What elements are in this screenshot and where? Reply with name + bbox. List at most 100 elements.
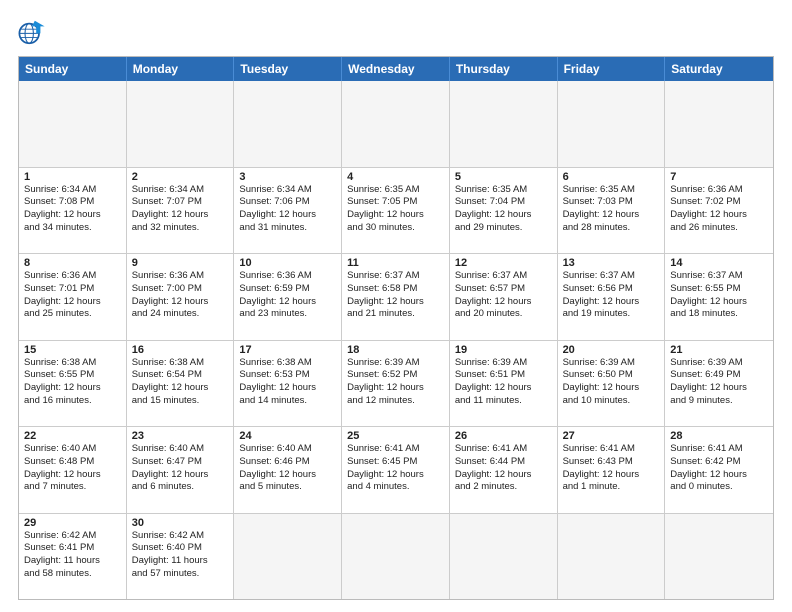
day-cell-13: 13Sunrise: 6:37 AMSunset: 6:56 PMDayligh…	[558, 254, 666, 340]
day-content: Sunrise: 6:37 AMSunset: 6:55 PMDaylight:…	[670, 270, 768, 321]
day-cell-30: 30Sunrise: 6:42 AMSunset: 6:40 PMDayligh…	[127, 514, 235, 600]
day-number: 15	[24, 344, 121, 356]
day-content: Sunrise: 6:39 AMSunset: 6:50 PMDaylight:…	[563, 357, 660, 408]
day-content: Sunrise: 6:34 AMSunset: 7:08 PMDaylight:…	[24, 184, 121, 235]
page-header	[18, 18, 774, 46]
day-number: 23	[132, 430, 229, 442]
day-cell-16: 16Sunrise: 6:38 AMSunset: 6:54 PMDayligh…	[127, 341, 235, 427]
day-content: Sunrise: 6:42 AMSunset: 6:41 PMDaylight:…	[24, 530, 121, 581]
day-content: Sunrise: 6:37 AMSunset: 6:58 PMDaylight:…	[347, 270, 444, 321]
day-cell-10: 10Sunrise: 6:36 AMSunset: 6:59 PMDayligh…	[234, 254, 342, 340]
day-number: 17	[239, 344, 336, 356]
calendar-header: SundayMondayTuesdayWednesdayThursdayFrid…	[19, 57, 773, 81]
day-content: Sunrise: 6:36 AMSunset: 7:00 PMDaylight:…	[132, 270, 229, 321]
day-cell-4: 4Sunrise: 6:35 AMSunset: 7:05 PMDaylight…	[342, 168, 450, 254]
calendar-row-1: 1Sunrise: 6:34 AMSunset: 7:08 PMDaylight…	[19, 167, 773, 254]
day-content: Sunrise: 6:42 AMSunset: 6:40 PMDaylight:…	[132, 530, 229, 581]
day-number: 21	[670, 344, 768, 356]
day-content: Sunrise: 6:35 AMSunset: 7:03 PMDaylight:…	[563, 184, 660, 235]
day-cell-26: 26Sunrise: 6:41 AMSunset: 6:44 PMDayligh…	[450, 427, 558, 513]
header-cell-sunday: Sunday	[19, 57, 127, 81]
day-content: Sunrise: 6:38 AMSunset: 6:55 PMDaylight:…	[24, 357, 121, 408]
day-cell-empty-0-5	[558, 81, 666, 167]
day-content: Sunrise: 6:35 AMSunset: 7:05 PMDaylight:…	[347, 184, 444, 235]
day-content: Sunrise: 6:39 AMSunset: 6:51 PMDaylight:…	[455, 357, 552, 408]
day-cell-8: 8Sunrise: 6:36 AMSunset: 7:01 PMDaylight…	[19, 254, 127, 340]
logo-icon	[18, 18, 46, 46]
day-cell-empty-0-4	[450, 81, 558, 167]
calendar: SundayMondayTuesdayWednesdayThursdayFrid…	[18, 56, 774, 600]
day-number: 4	[347, 171, 444, 183]
day-cell-7: 7Sunrise: 6:36 AMSunset: 7:02 PMDaylight…	[665, 168, 773, 254]
header-cell-monday: Monday	[127, 57, 235, 81]
day-content: Sunrise: 6:38 AMSunset: 6:53 PMDaylight:…	[239, 357, 336, 408]
header-cell-friday: Friday	[558, 57, 666, 81]
day-cell-28: 28Sunrise: 6:41 AMSunset: 6:42 PMDayligh…	[665, 427, 773, 513]
day-content: Sunrise: 6:37 AMSunset: 6:56 PMDaylight:…	[563, 270, 660, 321]
day-cell-empty-0-6	[665, 81, 773, 167]
day-number: 27	[563, 430, 660, 442]
day-cell-9: 9Sunrise: 6:36 AMSunset: 7:00 PMDaylight…	[127, 254, 235, 340]
day-content: Sunrise: 6:36 AMSunset: 7:02 PMDaylight:…	[670, 184, 768, 235]
day-cell-21: 21Sunrise: 6:39 AMSunset: 6:49 PMDayligh…	[665, 341, 773, 427]
day-number: 18	[347, 344, 444, 356]
header-cell-thursday: Thursday	[450, 57, 558, 81]
day-cell-empty-5-6	[665, 514, 773, 600]
day-cell-empty-0-1	[127, 81, 235, 167]
day-cell-24: 24Sunrise: 6:40 AMSunset: 6:46 PMDayligh…	[234, 427, 342, 513]
calendar-row-5: 29Sunrise: 6:42 AMSunset: 6:41 PMDayligh…	[19, 513, 773, 600]
day-cell-empty-0-3	[342, 81, 450, 167]
day-cell-2: 2Sunrise: 6:34 AMSunset: 7:07 PMDaylight…	[127, 168, 235, 254]
logo	[18, 18, 50, 46]
day-cell-empty-5-2	[234, 514, 342, 600]
day-content: Sunrise: 6:41 AMSunset: 6:43 PMDaylight:…	[563, 443, 660, 494]
day-cell-27: 27Sunrise: 6:41 AMSunset: 6:43 PMDayligh…	[558, 427, 666, 513]
day-content: Sunrise: 6:36 AMSunset: 6:59 PMDaylight:…	[239, 270, 336, 321]
day-number: 6	[563, 171, 660, 183]
day-number: 7	[670, 171, 768, 183]
day-number: 12	[455, 257, 552, 269]
day-content: Sunrise: 6:41 AMSunset: 6:42 PMDaylight:…	[670, 443, 768, 494]
day-content: Sunrise: 6:37 AMSunset: 6:57 PMDaylight:…	[455, 270, 552, 321]
day-number: 8	[24, 257, 121, 269]
day-number: 11	[347, 257, 444, 269]
day-number: 1	[24, 171, 121, 183]
calendar-row-3: 15Sunrise: 6:38 AMSunset: 6:55 PMDayligh…	[19, 340, 773, 427]
calendar-row-4: 22Sunrise: 6:40 AMSunset: 6:48 PMDayligh…	[19, 426, 773, 513]
day-number: 28	[670, 430, 768, 442]
day-cell-17: 17Sunrise: 6:38 AMSunset: 6:53 PMDayligh…	[234, 341, 342, 427]
day-cell-5: 5Sunrise: 6:35 AMSunset: 7:04 PMDaylight…	[450, 168, 558, 254]
day-number: 16	[132, 344, 229, 356]
calendar-page: SundayMondayTuesdayWednesdayThursdayFrid…	[0, 0, 792, 612]
day-number: 29	[24, 517, 121, 529]
calendar-body: 1Sunrise: 6:34 AMSunset: 7:08 PMDaylight…	[19, 81, 773, 599]
day-number: 5	[455, 171, 552, 183]
day-number: 2	[132, 171, 229, 183]
day-cell-12: 12Sunrise: 6:37 AMSunset: 6:57 PMDayligh…	[450, 254, 558, 340]
day-number: 22	[24, 430, 121, 442]
day-cell-29: 29Sunrise: 6:42 AMSunset: 6:41 PMDayligh…	[19, 514, 127, 600]
day-cell-23: 23Sunrise: 6:40 AMSunset: 6:47 PMDayligh…	[127, 427, 235, 513]
day-number: 19	[455, 344, 552, 356]
day-number: 24	[239, 430, 336, 442]
header-cell-wednesday: Wednesday	[342, 57, 450, 81]
day-cell-22: 22Sunrise: 6:40 AMSunset: 6:48 PMDayligh…	[19, 427, 127, 513]
day-number: 30	[132, 517, 229, 529]
day-cell-14: 14Sunrise: 6:37 AMSunset: 6:55 PMDayligh…	[665, 254, 773, 340]
header-cell-tuesday: Tuesday	[234, 57, 342, 81]
day-cell-empty-5-4	[450, 514, 558, 600]
day-cell-empty-0-0	[19, 81, 127, 167]
calendar-row-2: 8Sunrise: 6:36 AMSunset: 7:01 PMDaylight…	[19, 253, 773, 340]
header-cell-saturday: Saturday	[665, 57, 773, 81]
day-cell-empty-5-3	[342, 514, 450, 600]
day-cell-empty-5-5	[558, 514, 666, 600]
day-content: Sunrise: 6:40 AMSunset: 6:48 PMDaylight:…	[24, 443, 121, 494]
day-number: 13	[563, 257, 660, 269]
day-content: Sunrise: 6:40 AMSunset: 6:47 PMDaylight:…	[132, 443, 229, 494]
day-content: Sunrise: 6:39 AMSunset: 6:49 PMDaylight:…	[670, 357, 768, 408]
day-content: Sunrise: 6:40 AMSunset: 6:46 PMDaylight:…	[239, 443, 336, 494]
day-cell-19: 19Sunrise: 6:39 AMSunset: 6:51 PMDayligh…	[450, 341, 558, 427]
day-cell-1: 1Sunrise: 6:34 AMSunset: 7:08 PMDaylight…	[19, 168, 127, 254]
day-cell-empty-0-2	[234, 81, 342, 167]
day-content: Sunrise: 6:38 AMSunset: 6:54 PMDaylight:…	[132, 357, 229, 408]
